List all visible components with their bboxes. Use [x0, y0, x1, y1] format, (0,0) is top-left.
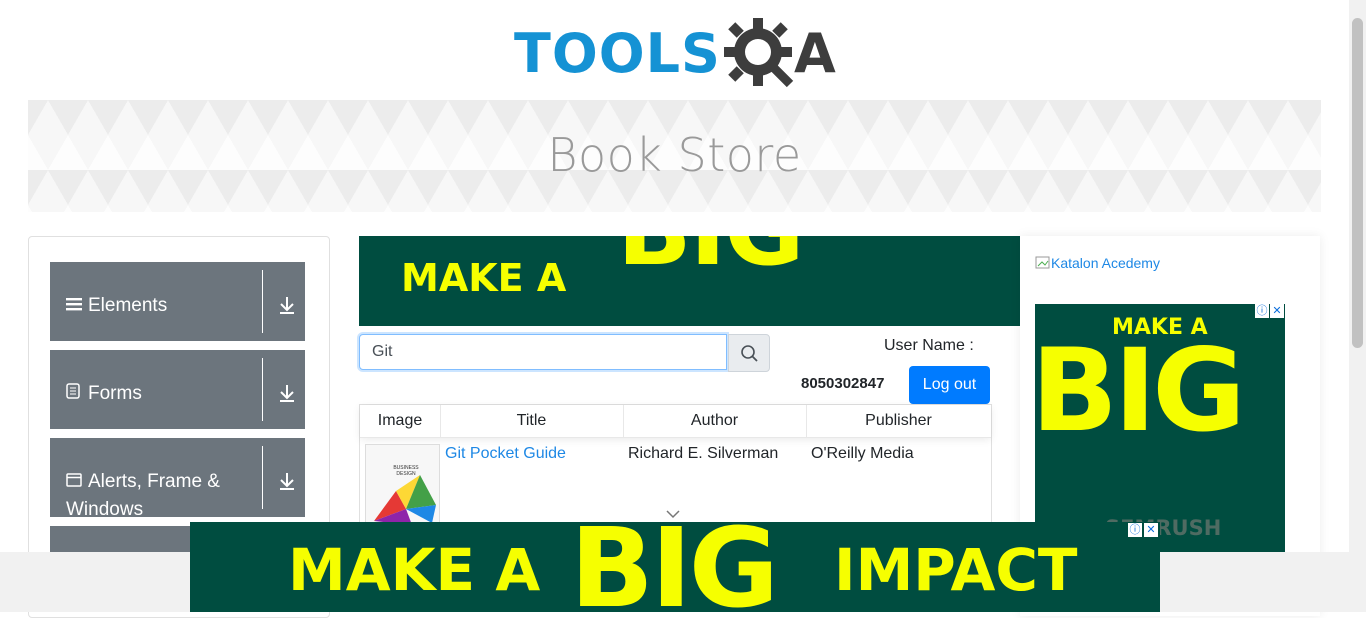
- divider: [262, 446, 263, 509]
- ad-text-big: BIG: [617, 236, 805, 288]
- window-icon: [66, 468, 82, 496]
- user-name-value: 8050302847: [801, 375, 885, 392]
- header-publisher[interactable]: Publisher: [806, 405, 991, 437]
- sidebar-group-label: Forms: [66, 380, 236, 408]
- sidebar-group-forms[interactable]: Forms: [50, 350, 305, 429]
- divider: [262, 358, 263, 421]
- page-scrollbar[interactable]: [1349, 0, 1366, 612]
- sidebar-group-label: Elements: [66, 292, 236, 320]
- ad-info-icon[interactable]: ⓘ: [1255, 304, 1269, 318]
- scrollbar-thumb[interactable]: [1352, 18, 1363, 348]
- book-title-cell: Git Pocket Guide: [445, 445, 566, 463]
- book-author: Richard E. Silverman: [628, 445, 779, 462]
- table-header: Image Title Author Publisher: [360, 405, 991, 438]
- bottom-ad-banner[interactable]: MAKE A BIG IMPACT: [190, 522, 1160, 612]
- book-cover-image: BUSINESS DESIGN: [365, 444, 440, 526]
- divider: [262, 270, 263, 333]
- page-banner: Book Store: [28, 100, 1321, 212]
- ad-text: MAKE A: [288, 536, 541, 604]
- logo-text: TOOLS: [514, 22, 721, 85]
- download-icon[interactable]: [276, 382, 298, 404]
- sidebar-group-elements[interactable]: Elements: [50, 262, 305, 341]
- header-image[interactable]: Image: [360, 405, 441, 437]
- search-input[interactable]: [359, 334, 727, 370]
- sidebar-group-alerts[interactable]: Alerts, Frame & Windows: [50, 438, 305, 520]
- document-icon: [66, 380, 82, 408]
- chevron-down-icon[interactable]: [665, 508, 681, 520]
- right-ad-banner[interactable]: MAKE A BIG SEMRUSH: [1035, 304, 1285, 552]
- toolsqa-logo[interactable]: TOOLS A: [514, 14, 840, 92]
- search-button[interactable]: [728, 334, 770, 372]
- ad-info-icon[interactable]: ⓘ: [1128, 523, 1142, 537]
- ad-text: MAKE A: [401, 256, 567, 300]
- ad-text: IMPACT: [834, 536, 1078, 604]
- download-icon[interactable]: [276, 470, 298, 492]
- ad-text-big: BIG: [570, 522, 779, 612]
- search-icon: [741, 345, 758, 362]
- logo-text-a: A: [794, 22, 836, 85]
- user-name-label: User Name :: [884, 337, 974, 354]
- book-publisher: O'Reilly Media: [811, 445, 914, 462]
- cover-text: BUSINESS DESIGN: [393, 465, 419, 477]
- book-title-link[interactable]: Git Pocket Guide: [445, 445, 566, 462]
- ad-close-icon[interactable]: ✕: [1144, 523, 1158, 537]
- katalon-ad-link[interactable]: Katalon Acedemy: [1035, 255, 1160, 271]
- ad-close-icon[interactable]: ✕: [1270, 304, 1284, 318]
- gear-magnifier-icon: [724, 18, 794, 88]
- broken-image-icon: [1035, 256, 1050, 269]
- header-title[interactable]: Title: [440, 405, 624, 437]
- download-icon[interactable]: [276, 294, 298, 316]
- sidebar-group-label: Alerts, Frame & Windows: [66, 468, 236, 524]
- header-author[interactable]: Author: [623, 405, 807, 437]
- ad-text-big: BIG: [1035, 324, 1246, 457]
- logout-button[interactable]: Log out: [909, 366, 990, 404]
- top-ad-banner[interactable]: MAKE A BIG: [359, 236, 1020, 326]
- page-title: Book Store: [547, 128, 802, 182]
- menu-icon: [66, 292, 82, 320]
